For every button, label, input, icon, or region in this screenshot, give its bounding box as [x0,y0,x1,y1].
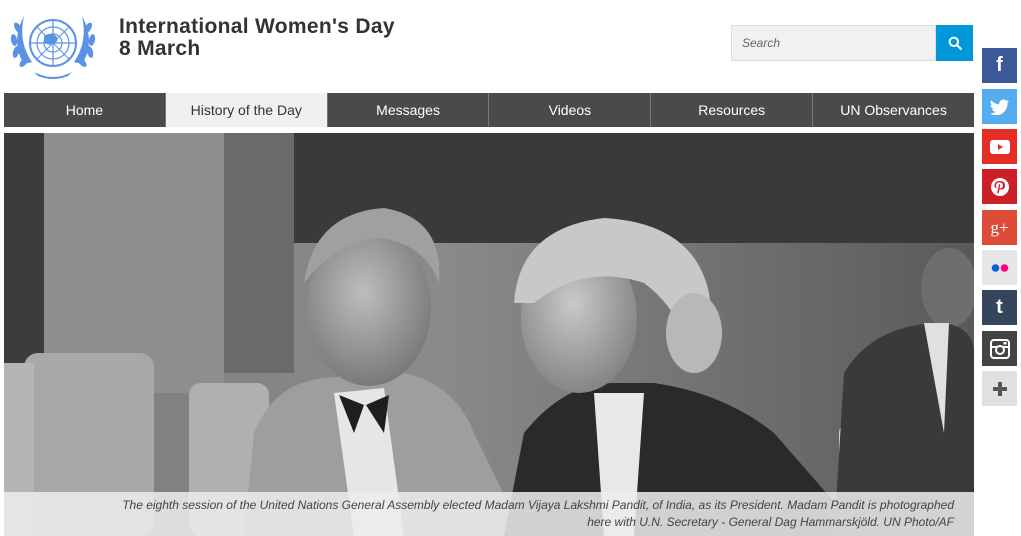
google-plus-button[interactable]: g+ [982,210,1017,245]
instagram-button[interactable] [982,331,1017,366]
tab-home[interactable]: Home [4,93,166,127]
flickr-button[interactable] [982,250,1017,285]
twitter-icon [989,99,1009,115]
instagram-icon [989,338,1010,359]
tab-resources[interactable]: Resources [651,93,814,127]
un-emblem-icon[interactable] [4,4,102,86]
photo-caption-line1: The eighth session of the United Nations… [122,498,954,512]
page-title-line1: International Women's Day [119,15,395,38]
pinterest-button[interactable] [982,169,1017,204]
tab-history-of-the-day[interactable]: History of the Day [165,93,328,127]
tab-videos[interactable]: Videos [489,93,652,127]
search-input[interactable] [731,25,936,61]
tumblr-icon: t [996,296,1003,318]
youtube-icon [989,139,1010,154]
tab-messages[interactable]: Messages [327,93,490,127]
plus-icon [992,381,1007,396]
more-share-button[interactable] [982,371,1017,406]
facebook-button[interactable]: f [982,48,1017,83]
pinterest-icon [990,177,1009,196]
search-icon [948,36,962,50]
tab-un-observances[interactable]: UN Observances [813,93,974,127]
facebook-icon: f [996,54,1003,76]
twitter-button[interactable] [982,89,1017,124]
google-plus-icon: g+ [990,217,1009,237]
photo-caption-line2: here with U.N. Secretary - General Dag H… [587,515,954,529]
page-title: International Women's Day 8 March [119,16,395,60]
flickr-icon [991,263,1008,272]
hero-image: The eighth session of the United Nations… [4,133,974,536]
search-button[interactable] [936,25,973,61]
main-nav: Home History of the Day Messages Videos … [4,93,974,127]
search-box [731,25,973,61]
historical-photo [4,133,974,536]
youtube-button[interactable] [982,129,1017,164]
page-title-line2: 8 March [119,37,201,60]
photo-caption: The eighth session of the United Nations… [4,492,974,536]
tumblr-button[interactable]: t [982,290,1017,325]
